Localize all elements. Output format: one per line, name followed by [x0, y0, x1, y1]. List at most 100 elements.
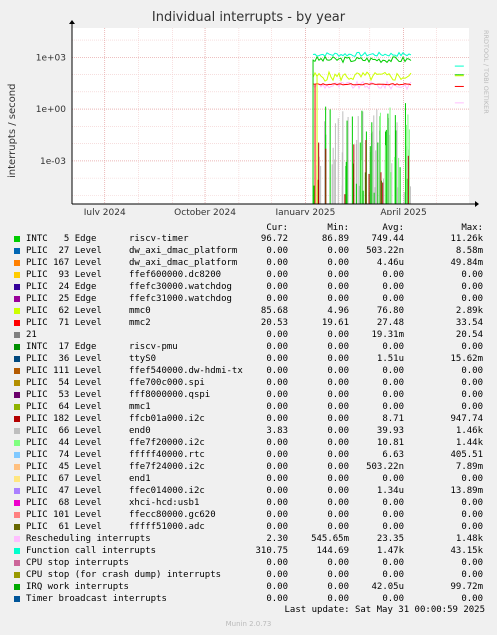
legend-row: INTC 5 Edge riscv-timer 96.72 86.89 749.44 1… [0, 233, 497, 245]
legend-label: CPU stop (for crash dump) interrupts [26, 570, 222, 580]
legend-value-min: 0.00 [327, 390, 349, 400]
legend-value-avg: 39.93 [376, 426, 404, 436]
legend-value-min: 86.89 [321, 234, 349, 244]
legend-value-min: 0.00 [327, 582, 349, 592]
legend-value-min: 0.00 [327, 366, 349, 376]
legend-value-max: 2.89k [455, 306, 483, 316]
legend-label: PLIC 74 Level fffff40000.rtc [26, 450, 205, 460]
legend-value-cur: 0.00 [266, 558, 288, 568]
legend-value-min: 4.96 [327, 306, 349, 316]
legend-row: PLIC 111 Level ffef540000.dw-hdmi-tx 0.00… [0, 365, 497, 377]
legend-value-avg: 23.35 [376, 534, 404, 544]
legend-swatch [14, 548, 20, 554]
legend-value-avg: 0.00 [382, 366, 404, 376]
legend-value-cur: 85.68 [260, 306, 288, 316]
legend-value-min: 0.00 [327, 270, 349, 280]
legend-row: PLIC 74 Level fffff40000.rtc 0.00 0.00 6.63… [0, 449, 497, 461]
legend-value-avg: 0.00 [382, 522, 404, 532]
legend-value-max: 0.00 [461, 522, 483, 532]
legend-row: PLIC 62 Level mmc0 85.68 4.96 76.80 2.89k [0, 305, 497, 317]
legend-row: PLIC 182 Level ffcb01a000.i2c 0.00 0.00 8.7… [0, 413, 497, 425]
legend-value-max: 0.00 [461, 390, 483, 400]
legend-value-max: 13.89m [450, 486, 483, 496]
legend-value-max: 0.00 [461, 366, 483, 376]
legend-value-min: 0.00 [327, 498, 349, 508]
plot-area: 1e+03 1e+00 1e-03 July 2024 October 2024 Janu… [36, 20, 479, 215]
legend-value-min: 144.69 [316, 546, 349, 556]
legend-value-avg: 503.22n [366, 462, 404, 472]
legend-value-cur: 0.00 [266, 402, 288, 412]
legend-value-avg: 0.00 [382, 498, 404, 508]
legend-value-max: 15.62m [450, 354, 483, 364]
legend-row: PLIC 53 Level fff8000000.qspi 0.00 0.00 0.0… [0, 389, 497, 401]
legend-label: Function call interrupts [26, 546, 157, 556]
legend-value-max: 11.26k [450, 234, 483, 244]
legend-label: PLIC 24 Edge ffefc30000.watchdog [26, 282, 232, 292]
legend-swatch [14, 560, 20, 566]
legend-label: CPU stop interrupts [26, 558, 129, 568]
legend-value-cur: 0.00 [266, 522, 288, 532]
legend-swatch [14, 512, 20, 518]
legend-value-cur: 0.00 [266, 450, 288, 460]
legend-value-cur: 0.00 [266, 378, 288, 388]
legend-value-min: 0.00 [327, 294, 349, 304]
legend-row: PLIC 64 Level mmc1 0.00 0.00 0.00 0.00 [0, 401, 497, 413]
legend-swatch [14, 236, 20, 242]
legend-value-max: 0.00 [461, 498, 483, 508]
legend-label: PLIC 62 Level mmc0 [26, 306, 151, 316]
legend-value-max: 1.48k [455, 534, 483, 544]
legend-label: PLIC 66 Level end0 [26, 426, 151, 436]
legend-value-max: 0.00 [461, 570, 483, 580]
legend-swatch [14, 344, 20, 350]
legend-value-max: 20.54 [455, 330, 483, 340]
legend-value-avg: 27.48 [376, 318, 404, 328]
legend-row: INTC 17 Edge riscv-pmu 0.00 0.00 0.00 0.00 [0, 341, 497, 353]
legend-value-avg: 0.00 [382, 558, 404, 568]
legend-label: PLIC 93 Level ffef600000.dc8200 [26, 270, 222, 280]
legend-value-min: 0.00 [327, 402, 349, 412]
legend-swatch [14, 308, 20, 314]
legend-label: PLIC 45 Level ffe7f24000.i2c [26, 462, 205, 472]
legend-swatch [14, 596, 20, 602]
legend-value-max: 99.72m [450, 582, 483, 592]
legend-label: PLIC 67 Level end1 [26, 474, 151, 484]
y-tick-label: 1e-03 [40, 157, 66, 167]
legend-value-max: 8.58m [455, 246, 483, 256]
legend-swatch [14, 356, 20, 362]
legend-row: Function call interrupts 310.75 144.69 1.47… [0, 545, 497, 557]
munin-version: Munin 2.0.73 [225, 620, 272, 628]
legend-value-max: 0.00 [461, 270, 483, 280]
legend-value-max: 0.00 [461, 510, 483, 520]
legend-value-min: 0.00 [327, 330, 349, 340]
legend-row: IRQ work interrupts 0.00 0.00 42.05u 99.72m [0, 581, 497, 593]
legend-value-cur: 0.00 [266, 354, 288, 364]
legend-value-avg: 0.00 [382, 510, 404, 520]
legend-label: Timer broadcast interrupts [26, 594, 167, 604]
legend-row: PLIC 71 Level mmc2 20.53 19.61 27.48 33.54 [0, 317, 497, 329]
legend-row: PLIC 47 Level ffec014000.i2c 0.00 0.00 1.34… [0, 485, 497, 497]
legend-label: PLIC 71 Level mmc2 [26, 318, 151, 328]
legend-swatch [14, 584, 20, 590]
legend-value-avg: 503.22n [366, 246, 404, 256]
legend-value-avg: 8.71 [382, 414, 404, 424]
legend-row: PLIC 101 Level ffecc80000.gc620 0.00 0.00 0… [0, 509, 497, 521]
legend-swatch [14, 452, 20, 458]
legend-row: 21 0.00 0.00 19.31m 20.54 [0, 329, 497, 341]
legend-value-min: 0.00 [327, 438, 349, 448]
legend-value-min: 0.00 [327, 342, 349, 352]
legend-label: IRQ work interrupts [26, 582, 129, 592]
legend-value-min: 0.00 [327, 426, 349, 436]
legend-value-min: 0.00 [327, 510, 349, 520]
legend-value-max: 49.84m [450, 258, 483, 268]
legend-swatch [14, 428, 20, 434]
legend-swatch [14, 248, 20, 254]
legend-value-cur: 0.00 [266, 498, 288, 508]
legend-value-cur: 20.53 [260, 318, 288, 328]
legend-value-avg: 0.00 [382, 594, 404, 604]
legend-value-cur: 0.00 [266, 330, 288, 340]
legend-value-min: 0.00 [327, 450, 349, 460]
legend-value-max: 0.00 [461, 402, 483, 412]
legend-value-avg: 4.46u [376, 258, 404, 268]
legend-row: PLIC 61 Level fffff51000.adc 0.00 0.00 0.00… [0, 521, 497, 533]
legend-value-avg: 0.00 [382, 474, 404, 484]
